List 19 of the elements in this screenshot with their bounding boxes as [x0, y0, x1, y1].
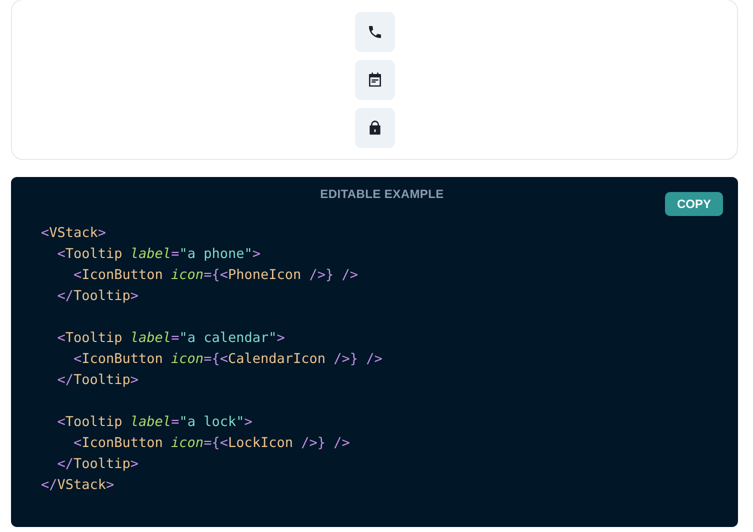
- editor-heading: EDITABLE EXAMPLE: [320, 187, 444, 202]
- phone-icon: [366, 24, 382, 40]
- calendar-icon: [366, 72, 382, 88]
- code-line: </VStack>: [41, 476, 114, 495]
- code-line: </Tooltip>: [56, 455, 139, 474]
- code-line: </Tooltip>: [56, 287, 139, 306]
- icon-button[interactable]: [354, 108, 394, 148]
- icon-button[interactable]: [354, 60, 394, 100]
- code-line: <Tooltip label="a lock">: [56, 413, 252, 432]
- lock-icon: [366, 120, 382, 136]
- code-line: <Tooltip label="a calendar">: [56, 329, 285, 348]
- copy-button[interactable]: COPY: [664, 192, 723, 216]
- code-line: <IconButton icon={<CalendarIcon />} />: [72, 350, 382, 369]
- code-line: <IconButton icon={<PhoneIcon />} />: [72, 266, 358, 285]
- code-line: <IconButton icon={<LockIcon />} />: [72, 434, 350, 453]
- icon-button[interactable]: [354, 12, 394, 52]
- code-line: <Tooltip label="a phone">: [56, 245, 260, 264]
- code-line: <VStack>: [41, 224, 106, 243]
- code-line: </Tooltip>: [56, 371, 139, 390]
